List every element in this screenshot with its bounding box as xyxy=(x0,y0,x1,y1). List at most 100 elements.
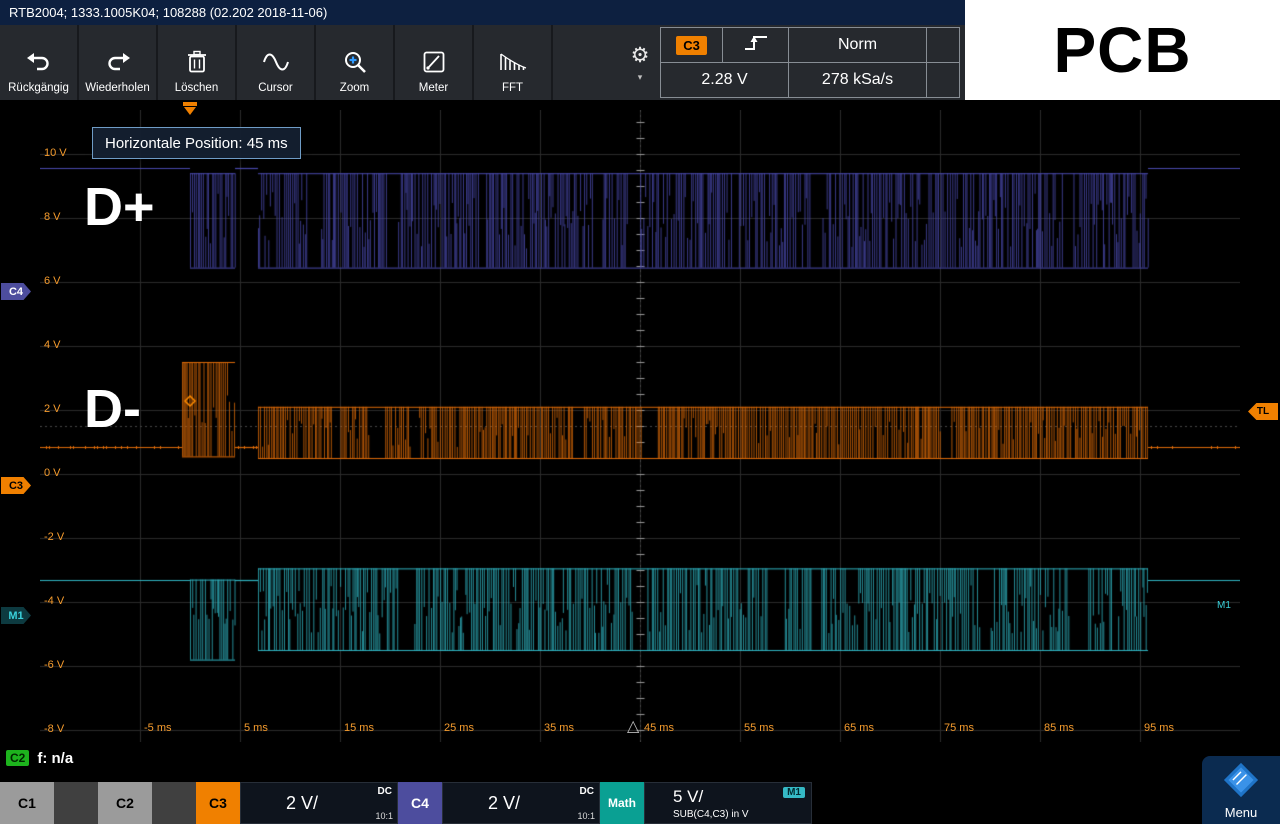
pcb-label: PCB xyxy=(1053,13,1191,87)
cursor-button[interactable]: Cursor xyxy=(237,25,316,100)
y-axis-label: -4 V xyxy=(44,595,64,607)
trigger-level-marker[interactable]: TL xyxy=(1248,403,1278,420)
trigger-mode-cell[interactable]: Norm xyxy=(789,28,927,63)
zoom-button[interactable]: Zoom xyxy=(316,25,395,100)
d-minus-annotation: D- xyxy=(84,378,141,440)
d-plus-annotation: D+ xyxy=(84,176,155,238)
time-reference-icon: △ xyxy=(627,716,639,736)
redo-button[interactable]: Wiederholen xyxy=(79,25,158,100)
channel-filler-1 xyxy=(54,782,98,824)
trigger-marker-arrow-icon xyxy=(184,107,196,115)
menu-button[interactable]: Menu xyxy=(1202,756,1280,824)
gear-icon: ⚙ xyxy=(631,45,650,67)
x-axis-label: 95 ms xyxy=(1144,722,1174,734)
menu-label: Menu xyxy=(1225,805,1258,820)
waveform-area: 10 V8 V6 V4 V2 V0 V-2 V-4 V-6 V-8 V -5 m… xyxy=(0,100,1280,744)
rohde-schwarz-logo-icon xyxy=(1223,762,1259,803)
x-axis-label: 75 ms xyxy=(944,722,974,734)
c4-coupling: DC xyxy=(580,786,594,797)
y-axis-label: 10 V xyxy=(44,147,67,159)
redo-icon xyxy=(105,47,131,77)
rising-edge-icon xyxy=(743,32,769,59)
cursor-label: Cursor xyxy=(258,82,293,94)
chevron-down-icon: ▾ xyxy=(638,73,643,81)
y-axis-label: -6 V xyxy=(44,659,64,671)
measurement-source-badge: C2 xyxy=(6,750,29,766)
channel-bar: C1 C2 C3 2 V/ DC 10:1 C4 2 V/ DC 10:1 Ma… xyxy=(0,782,1280,824)
meter-button[interactable]: Meter xyxy=(395,25,474,100)
y-axis-label: 8 V xyxy=(44,211,61,223)
y-axis-label: -8 V xyxy=(44,723,64,735)
channel-marker-c4[interactable]: C4 xyxy=(1,283,31,300)
zoom-label: Zoom xyxy=(340,82,369,94)
delete-button[interactable]: Löschen xyxy=(158,25,237,100)
y-axis-label: 0 V xyxy=(44,467,61,479)
toolbar: Rückgängig Wiederholen Löschen Cursor xyxy=(0,25,965,100)
c3-probe-ratio: 10:1 xyxy=(375,811,393,821)
channel-info-math[interactable]: 5 V/ M1 SUB(C4,C3) in V xyxy=(644,782,812,824)
meter-label: Meter xyxy=(419,82,448,94)
meter-icon xyxy=(423,47,445,77)
title-bar: RTB2004; 1333.1005K04; 108288 (02.202 20… xyxy=(0,0,965,25)
trigger-empty-cell-2 xyxy=(927,63,960,98)
spectrum-icon xyxy=(499,47,527,77)
sine-wave-icon xyxy=(262,47,290,77)
fft-label: FFT xyxy=(502,82,523,94)
trigger-slope-cell[interactable] xyxy=(723,28,789,63)
channel-tab-c4[interactable]: C4 xyxy=(398,782,442,824)
pcb-panel: PCB xyxy=(965,0,1280,100)
trigger-source-badge: C3 xyxy=(676,36,707,55)
device-title: RTB2004; 1333.1005K04; 108288 (02.202 20… xyxy=(9,5,327,20)
y-axis-label: 4 V xyxy=(44,339,61,351)
undo-label: Rückgängig xyxy=(8,82,69,94)
trigger-marker-bar xyxy=(183,102,197,106)
channel-tab-c3[interactable]: C3 xyxy=(196,782,240,824)
sample-rate-cell[interactable]: 278 kSa/s xyxy=(789,63,927,98)
sample-rate: 278 kSa/s xyxy=(822,71,893,89)
channel-marker-m1[interactable]: M1 xyxy=(1,607,31,624)
channel-filler-2 xyxy=(152,782,196,824)
delete-label: Löschen xyxy=(175,82,218,94)
x-axis-label: 5 ms xyxy=(244,722,268,734)
fft-button[interactable]: FFT xyxy=(474,25,553,100)
m1-trace-label: M1 xyxy=(1217,600,1231,611)
channel-tab-c1[interactable]: C1 xyxy=(0,782,54,824)
y-axis-label: -2 V xyxy=(44,531,64,543)
x-axis-label: 85 ms xyxy=(1044,722,1074,734)
waveform-display[interactable] xyxy=(40,110,1240,742)
measurement-value: f: n/a xyxy=(37,750,73,767)
undo-button[interactable]: Rückgängig xyxy=(0,25,79,100)
x-axis-label: 55 ms xyxy=(744,722,774,734)
c4-scale: 2 V/ xyxy=(443,783,565,823)
y-axis-label: 6 V xyxy=(44,275,61,287)
trigger-empty-cell-1 xyxy=(927,28,960,63)
math-m1-badge: M1 xyxy=(783,787,805,798)
channel-info-c3[interactable]: 2 V/ DC 10:1 xyxy=(240,782,398,824)
math-scale: 5 V/ xyxy=(673,787,703,807)
x-axis-label: 25 ms xyxy=(444,722,474,734)
math-formula: SUB(C4,C3) in V xyxy=(673,809,749,820)
channel-marker-c3[interactable]: C3 xyxy=(1,477,31,494)
trigger-level: 2.28 V xyxy=(701,71,747,89)
channel-info-c4[interactable]: 2 V/ DC 10:1 xyxy=(442,782,600,824)
trigger-source-cell[interactable]: C3 xyxy=(661,28,723,63)
c3-scale: 2 V/ xyxy=(241,783,363,823)
channel-tab-math[interactable]: Math xyxy=(600,782,644,824)
x-axis-label: -5 ms xyxy=(144,722,172,734)
c4-probe-ratio: 10:1 xyxy=(577,811,595,821)
settings-button[interactable]: ⚙ ▾ xyxy=(620,25,660,100)
trigger-mode: Norm xyxy=(838,36,877,54)
channel-tab-c2[interactable]: C2 xyxy=(98,782,152,824)
measurement-bar: C2 f: n/a xyxy=(0,744,1280,772)
x-axis-label: 15 ms xyxy=(344,722,374,734)
x-axis-label: 65 ms xyxy=(844,722,874,734)
trigger-panel: C3 Norm 2.28 V 278 kSa/s xyxy=(660,27,960,98)
tooltip-text: Horizontale Position: 45 ms xyxy=(105,135,288,152)
trigger-level-cell[interactable]: 2.28 V xyxy=(661,63,789,98)
undo-icon xyxy=(26,47,52,77)
trash-icon xyxy=(187,47,207,77)
trigger-position-marker[interactable] xyxy=(183,102,197,115)
x-axis-label: 35 ms xyxy=(544,722,574,734)
magnifier-icon xyxy=(343,47,367,77)
oscilloscope-screen: RTB2004; 1333.1005K04; 108288 (02.202 20… xyxy=(0,0,1280,824)
